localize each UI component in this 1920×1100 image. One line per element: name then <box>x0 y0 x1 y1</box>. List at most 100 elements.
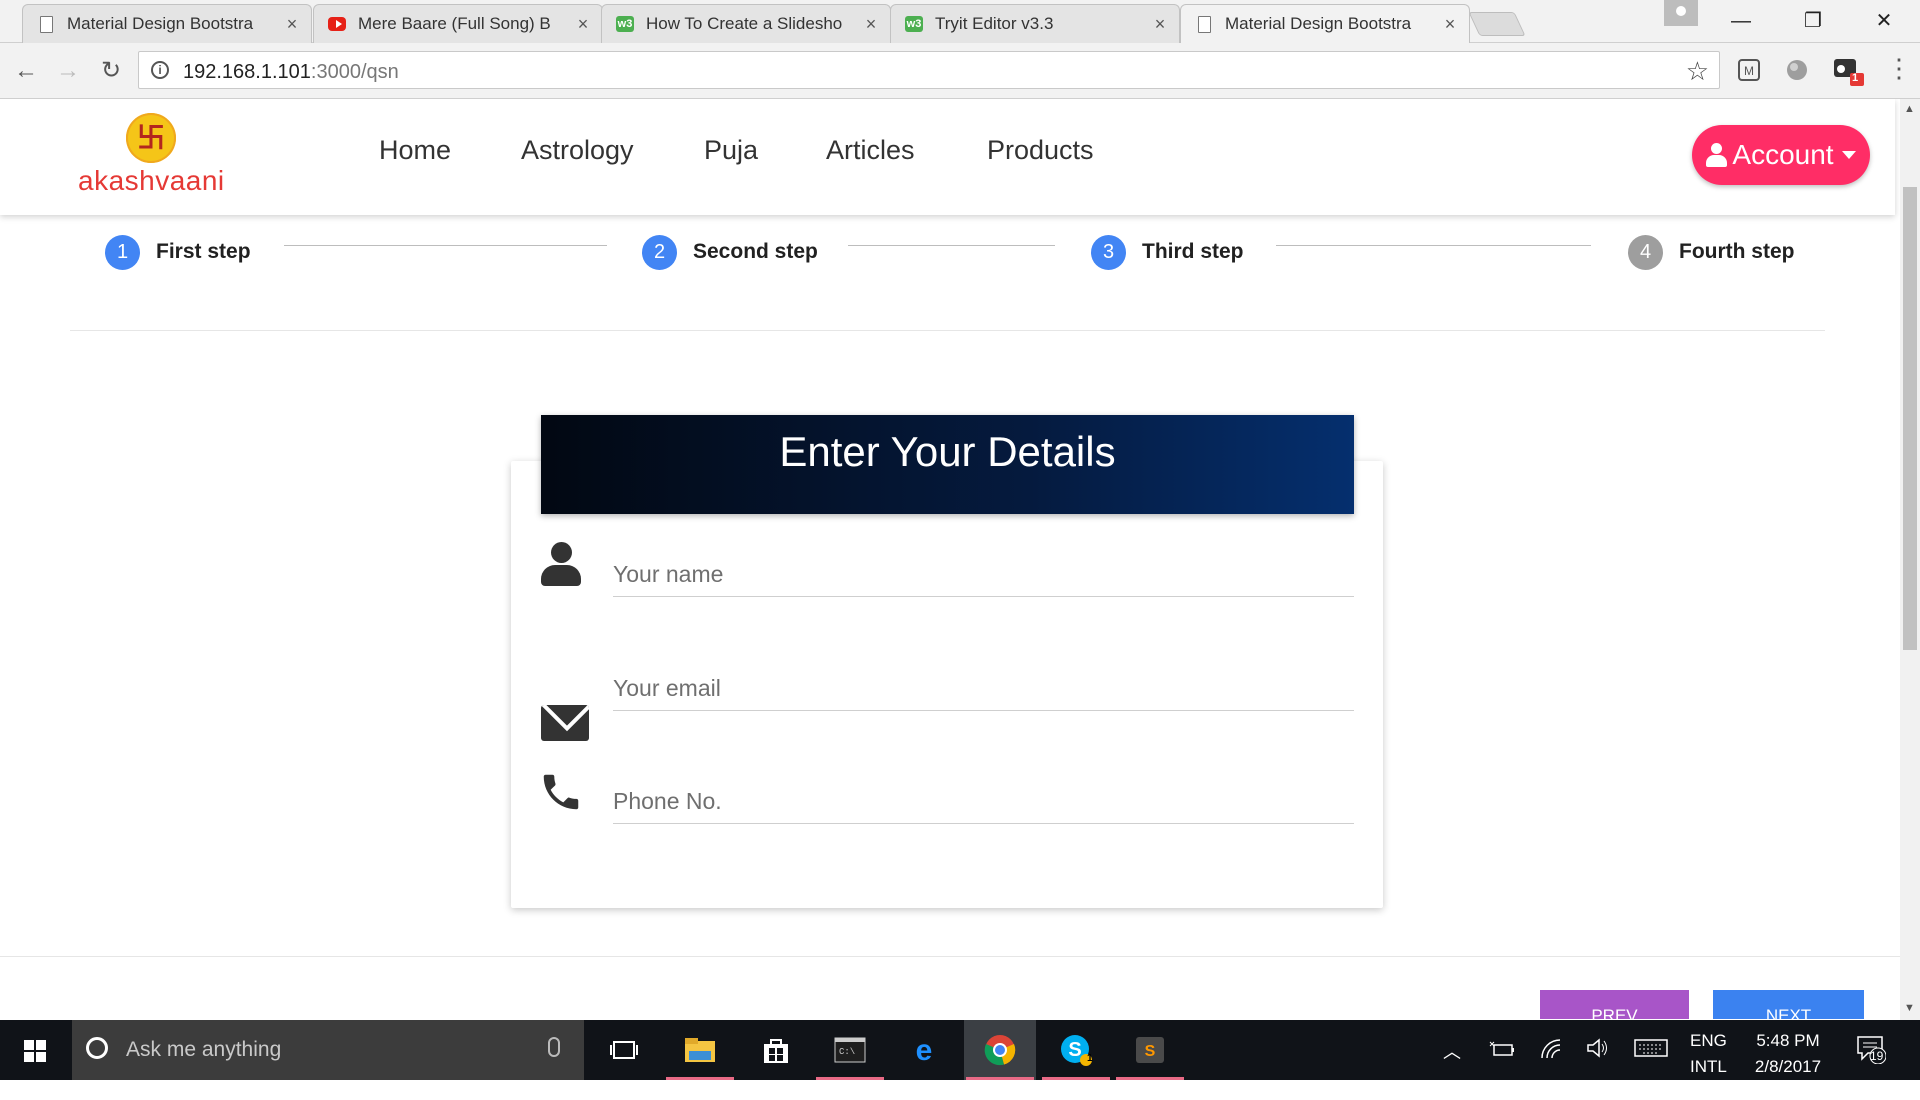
step-label: Second step <box>693 240 818 263</box>
url-text[interactable]: 192.168.1.101:3000/qsn <box>183 61 399 84</box>
language-code: ENG <box>1690 1031 1727 1050</box>
email-field[interactable] <box>613 666 1354 711</box>
nav-articles[interactable]: Articles <box>826 135 915 166</box>
forward-icon[interactable]: → <box>52 55 84 87</box>
page-scrollbar[interactable]: ▲ ▼ <box>1900 99 1920 1020</box>
document-icon <box>1195 15 1213 33</box>
battery-icon[interactable] <box>1488 1040 1514 1100</box>
notification-extension-icon[interactable]: 1 <box>1832 55 1864 86</box>
clock[interactable]: 5:48 PM 2/8/2017 <box>1751 1028 1825 1088</box>
user-icon <box>1706 143 1728 167</box>
account-button[interactable]: Account <box>1692 125 1870 185</box>
nav-astrology[interactable]: Astrology <box>521 135 634 166</box>
step-3[interactable]: 3 Third step <box>1091 234 1244 270</box>
step-label: Fourth step <box>1679 240 1795 263</box>
clock-time: 5:48 PM <box>1756 1031 1820 1050</box>
tab-title: Mere Baare (Full Song) B <box>358 14 551 33</box>
cortana-icon <box>86 1037 108 1059</box>
caret-down-icon <box>1841 151 1856 159</box>
show-hidden-icons[interactable]: ︿ <box>1443 1038 1461 1098</box>
youtube-icon <box>328 15 346 33</box>
web-page: 卐 akashvaani Home Astrology Puja Article… <box>0 99 1900 1019</box>
minimize-icon[interactable]: — <box>1713 4 1769 38</box>
step-connector <box>848 245 1055 246</box>
profile-icon[interactable] <box>1664 0 1698 26</box>
document-icon <box>37 15 55 33</box>
phone-field[interactable] <box>613 779 1354 824</box>
cortana-search-box[interactable]: Ask me anything <box>72 1020 584 1080</box>
close-window-icon[interactable]: ✕ <box>1856 4 1912 38</box>
reload-icon[interactable]: ↻ <box>95 55 127 87</box>
keyboard-icon[interactable] <box>1634 1038 1668 1098</box>
site-logo[interactable]: 卐 akashvaani <box>78 113 238 203</box>
search-placeholder: Ask me anything <box>126 1038 282 1061</box>
user-icon <box>540 542 582 588</box>
svg-text:e: e <box>916 1035 933 1065</box>
file-explorer-icon[interactable] <box>664 1020 736 1080</box>
close-tab-icon[interactable]: × <box>862 14 880 35</box>
prev-button[interactable]: PREV <box>1540 990 1689 1019</box>
browser-tab-strip: Material Design Bootstra × Mere Baare (F… <box>0 0 1920 43</box>
store-icon[interactable] <box>740 1020 812 1080</box>
step-label: First step <box>156 240 251 263</box>
nav-home[interactable]: Home <box>379 135 451 166</box>
step-1[interactable]: 1 First step <box>105 234 251 270</box>
globe-extension-icon[interactable] <box>1784 57 1810 83</box>
logo-emblem: 卐 <box>126 113 176 163</box>
browser-tab[interactable]: w3 How To Create a Slidesho × <box>601 4 891 43</box>
action-center-icon[interactable]: 19 <box>1856 1034 1887 1094</box>
extension-icon[interactable]: M <box>1736 57 1762 83</box>
scrollbar-thumb[interactable] <box>1903 187 1917 650</box>
scroll-up-icon[interactable]: ▲ <box>1904 103 1915 115</box>
site-header: 卐 akashvaani Home Astrology Puja Article… <box>0 99 1895 215</box>
wifi-icon[interactable] <box>1540 1038 1562 1098</box>
skype-icon[interactable]: S 1 <box>1040 1020 1112 1080</box>
task-view-icon[interactable] <box>588 1020 660 1080</box>
windows-start-icon[interactable] <box>0 1020 70 1080</box>
step-2[interactable]: 2 Second step <box>642 234 818 270</box>
step-number: 1 <box>105 234 140 270</box>
edge-browser-icon[interactable]: e <box>888 1020 960 1080</box>
name-field[interactable] <box>613 552 1354 597</box>
chrome-menu-icon[interactable]: ⋮ <box>1886 53 1912 84</box>
svg-text:S: S <box>1068 1039 1081 1061</box>
sublime-text-icon[interactable]: S <box>1114 1020 1186 1080</box>
browser-tab[interactable]: Mere Baare (Full Song) B × <box>313 4 603 43</box>
tab-title: Material Design Bootstra <box>67 14 254 33</box>
tab-title: Material Design Bootstra <box>1225 14 1412 33</box>
input-language[interactable]: ENG INTL <box>1690 1028 1727 1088</box>
close-tab-icon[interactable]: × <box>1151 14 1169 35</box>
info-icon[interactable]: i <box>151 61 169 79</box>
svg-text:M: M <box>1744 64 1754 78</box>
terminal-icon[interactable]: C:\ <box>814 1020 886 1080</box>
chrome-icon[interactable] <box>964 1020 1036 1080</box>
address-bar[interactable]: i 192.168.1.101:3000/qsn ☆ <box>138 51 1720 89</box>
svg-text:S: S <box>1145 1043 1156 1060</box>
restore-icon[interactable]: ❐ <box>1785 4 1841 38</box>
browser-tab-active[interactable]: Material Design Bootstra × <box>1180 4 1470 43</box>
nav-puja[interactable]: Puja <box>704 135 758 166</box>
w3schools-icon: w3 <box>616 16 634 32</box>
step-label: Third step <box>1142 240 1244 263</box>
close-tab-icon[interactable]: × <box>283 14 301 35</box>
browser-tab[interactable]: Material Design Bootstra × <box>22 4 312 43</box>
microphone-icon[interactable] <box>548 1037 560 1057</box>
bookmark-star-icon[interactable]: ☆ <box>1686 56 1709 87</box>
next-button[interactable]: NEXT <box>1713 990 1864 1019</box>
skype-badge: 1 <box>1087 1053 1093 1064</box>
clock-date: 2/8/2017 <box>1754 1057 1822 1076</box>
step-connector <box>284 245 607 246</box>
step-4[interactable]: 4 Fourth step <box>1628 234 1795 270</box>
close-tab-icon[interactable]: × <box>1441 14 1459 35</box>
back-icon[interactable]: ← <box>10 55 42 87</box>
scroll-down-icon[interactable]: ▼ <box>1904 1002 1915 1014</box>
nav-products[interactable]: Products <box>987 135 1094 166</box>
tab-title: Tryit Editor v3.3 <box>935 14 1054 33</box>
extension-badge: 1 <box>1852 72 1859 84</box>
new-tab-button[interactable] <box>1468 12 1526 36</box>
browser-tab[interactable]: w3 Tryit Editor v3.3 × <box>890 4 1180 43</box>
close-tab-icon[interactable]: × <box>574 14 592 35</box>
volume-icon[interactable] <box>1586 1037 1610 1097</box>
account-label: Account <box>1732 139 1834 170</box>
keyboard-layout: INTL <box>1690 1057 1727 1076</box>
